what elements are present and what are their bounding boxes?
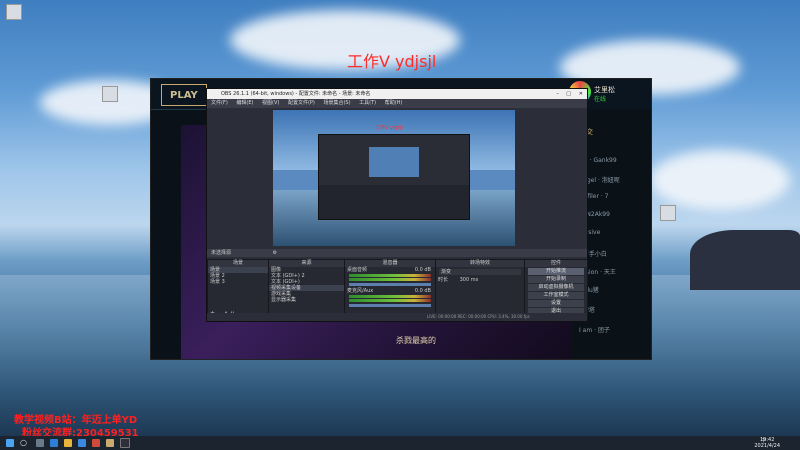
mixer-db: 0.0 dB: [414, 288, 431, 294]
obs-preview[interactable]: 工作V ydjsjl: [273, 110, 515, 246]
duration-label: 时长: [438, 277, 449, 283]
menu-profile[interactable]: 配置文件(P): [288, 100, 315, 106]
clock-date: 2021/4/24: [754, 443, 780, 449]
virtual-camera-button[interactable]: 启动虚拟摄像机: [528, 284, 584, 291]
preview-watermark: 工作V ydjsjl: [375, 125, 403, 131]
minimize-icon[interactable]: –: [557, 89, 560, 99]
window-title: OBS 26.1.1 (64-bit, windows) - 配置文件: 未命名…: [221, 91, 371, 97]
menu-view[interactable]: 视图(V): [262, 100, 279, 106]
search-icon[interactable]: ○: [20, 438, 30, 448]
controls-header: 控件: [525, 260, 587, 267]
source-bar: 未选择源 ⚙: [207, 249, 587, 257]
obs-icon[interactable]: [120, 438, 130, 448]
menu-edit[interactable]: 编辑(E): [236, 100, 253, 106]
obs-menubar: 文件(F) 编辑(E) 视图(V) 配置文件(P) 场景集合(S) 工具(T) …: [207, 99, 587, 108]
desktop-icon[interactable]: [102, 86, 118, 102]
menu-scene-collection[interactable]: 场景集合(S): [323, 100, 350, 106]
app-icon[interactable]: [92, 439, 100, 447]
desktop-icon[interactable]: [6, 4, 22, 20]
desktop-icon[interactable]: [660, 205, 676, 221]
folder-icon[interactable]: [64, 439, 72, 447]
menu-tools[interactable]: 工具(T): [359, 100, 376, 106]
source-item[interactable]: 显示器采集: [269, 297, 344, 303]
sources-header: 来源: [269, 260, 344, 267]
nested-preview: [369, 147, 419, 177]
studio-mode-button[interactable]: 工作室模式: [528, 292, 584, 299]
league-icon[interactable]: [106, 439, 114, 447]
taskbar: ○ 中 19:42 2021/4/24: [0, 436, 800, 450]
obs-statusbar: LIVE: 00:00:00 REC: 00:00:00 CPU: 3.4%, …: [207, 313, 587, 321]
maximize-icon[interactable]: □: [566, 89, 571, 99]
rock-shape: [690, 230, 800, 290]
start-recording-button[interactable]: 开始录制: [528, 276, 584, 283]
clock[interactable]: 19:42 2021/4/24: [754, 437, 780, 449]
friend-item[interactable]: I am · 团子: [579, 325, 610, 334]
duration-input[interactable]: 300 ms: [460, 277, 479, 283]
settings-button[interactable]: 设置: [528, 300, 584, 307]
transitions-header: 转场特效: [436, 260, 524, 267]
scenes-header: 场景: [208, 260, 268, 267]
volume-meter: [349, 299, 431, 302]
volume-slider[interactable]: [349, 283, 431, 286]
watermark-text: 工作V ydjsjl: [347, 52, 437, 71]
mixer-channel-label: 桌面音频: [347, 267, 368, 273]
mixer-db: 0.0 dB: [414, 267, 431, 273]
nested-docks: [319, 185, 469, 219]
user-status: 在线: [594, 96, 607, 103]
nested-obs-capture: [318, 134, 470, 220]
volume-meter: [349, 278, 431, 281]
obs-window: OBS 26.1.1 (64-bit, windows) - 配置文件: 未命名…: [206, 88, 588, 322]
volume-meter: [349, 274, 431, 277]
banner-text: 杀戮最高的: [396, 336, 436, 345]
start-streaming-button[interactable]: 开始推流: [528, 268, 584, 275]
edge-icon[interactable]: [50, 439, 58, 447]
store-icon[interactable]: [78, 439, 86, 447]
scenes-dock: 场景 场景 场景 2 场景 3 + − ∧ ∨: [207, 259, 269, 319]
close-icon[interactable]: ✕: [579, 89, 583, 99]
source-bar-label: 未选择源: [211, 250, 232, 256]
transitions-dock: 转场特效 渐变 时长 300 ms: [435, 259, 525, 319]
menu-help[interactable]: 帮助(H): [385, 100, 403, 106]
scene-item[interactable]: 场景 3: [208, 279, 268, 285]
volume-slider[interactable]: [349, 304, 431, 307]
mixer-dock: 混音器 桌面音频 0.0 dB 麦克风/Aux 0.0 dB: [344, 259, 436, 319]
task-view-icon[interactable]: [36, 439, 44, 447]
transition-select[interactable]: 渐变: [439, 269, 521, 275]
menu-file[interactable]: 文件(F): [211, 100, 228, 106]
play-button[interactable]: PLAY: [161, 84, 207, 106]
cloud-shape: [650, 150, 790, 210]
volume-meter: [349, 295, 431, 298]
windows-start-icon[interactable]: [6, 439, 14, 447]
properties-gear-icon[interactable]: ⚙: [273, 250, 277, 256]
mixer-channel-label: 麦克风/Aux: [347, 288, 374, 294]
mixer-header: 混音器: [345, 260, 435, 267]
obs-titlebar: OBS 26.1.1 (64-bit, windows) - 配置文件: 未命名…: [207, 89, 587, 99]
controls-dock: 控件 开始推流 开始录制 启动虚拟摄像机 工作室模式 设置 退出: [524, 259, 588, 319]
sources-dock: 来源 图像 文本 (GDI+) 2 文本 (GDI+) 视频采集设备 游戏采集 …: [268, 259, 345, 319]
